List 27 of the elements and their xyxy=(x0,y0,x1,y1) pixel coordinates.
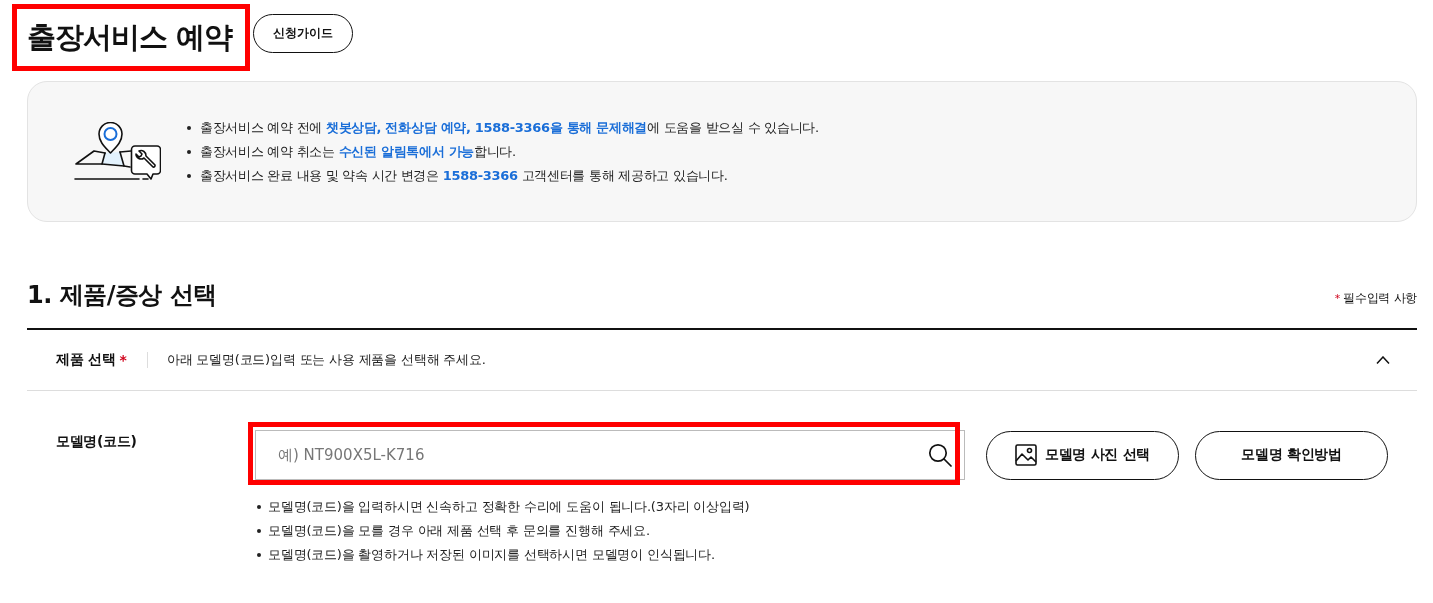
help-text: 모델명(코드)을 촬영하거나 저장된 이미지를 선택하시면 모델명이 인식됩니다. xyxy=(268,546,715,564)
help-text: 모델명(코드)을 모를 경우 아래 제품 선택 후 문의를 진행해 주세요. xyxy=(268,522,650,540)
model-guide-button[interactable]: 모델명 확인방법 xyxy=(1195,430,1388,480)
page-title: 출장서비스 예약 xyxy=(27,19,233,55)
required-mark: * xyxy=(1334,292,1341,305)
notice-text: 출장서비스 예약 전에 챗봇상담, 전화상담 예약, 1588-3366을 통해 문제해결에 도움을 받으실 수 있습니다. xyxy=(200,118,819,137)
guide-button[interactable]: 신청가이드 xyxy=(253,14,354,53)
product-select-label: 제품 선택 xyxy=(56,351,116,369)
notice-text: 출장서비스 완료 내용 및 약속 시간 변경은 1588-3366 고객센터를 통해 제공하고 있습니다. xyxy=(200,166,728,185)
section-title: 1. 제품/증상 선택 xyxy=(27,280,217,310)
bullet-icon xyxy=(187,125,191,130)
bullet-icon xyxy=(187,149,191,154)
help-text: 모델명(코드)을 입력하시면 신속하고 정확한 수리에 도움이 됩니다.(3자리 이상입력) xyxy=(268,498,750,516)
photo-select-button[interactable]: 모델명 사진 선택 xyxy=(986,430,1179,480)
product-select-description: 아래 모델명(코드)입력 또는 사용 제품을 선택해 주세요. xyxy=(166,351,487,369)
bullet-icon xyxy=(257,529,261,533)
required-note: 필수입력 사항 xyxy=(1343,290,1417,307)
map-pin-wrench-icon xyxy=(74,121,161,182)
model-code-label: 모델명(코드) xyxy=(56,432,138,451)
model-code-field[interactable]: 예) NT900X5L-K716 xyxy=(255,430,965,480)
search-icon[interactable] xyxy=(928,443,952,467)
bullet-icon xyxy=(257,553,261,557)
bullet-icon xyxy=(187,173,191,178)
notice-text: 출장서비스 예약 취소는 수신된 알림톡에서 가능합니다. xyxy=(200,142,516,161)
bullet-icon xyxy=(257,505,261,509)
image-icon xyxy=(1014,444,1037,466)
required-mark: * xyxy=(119,352,127,368)
